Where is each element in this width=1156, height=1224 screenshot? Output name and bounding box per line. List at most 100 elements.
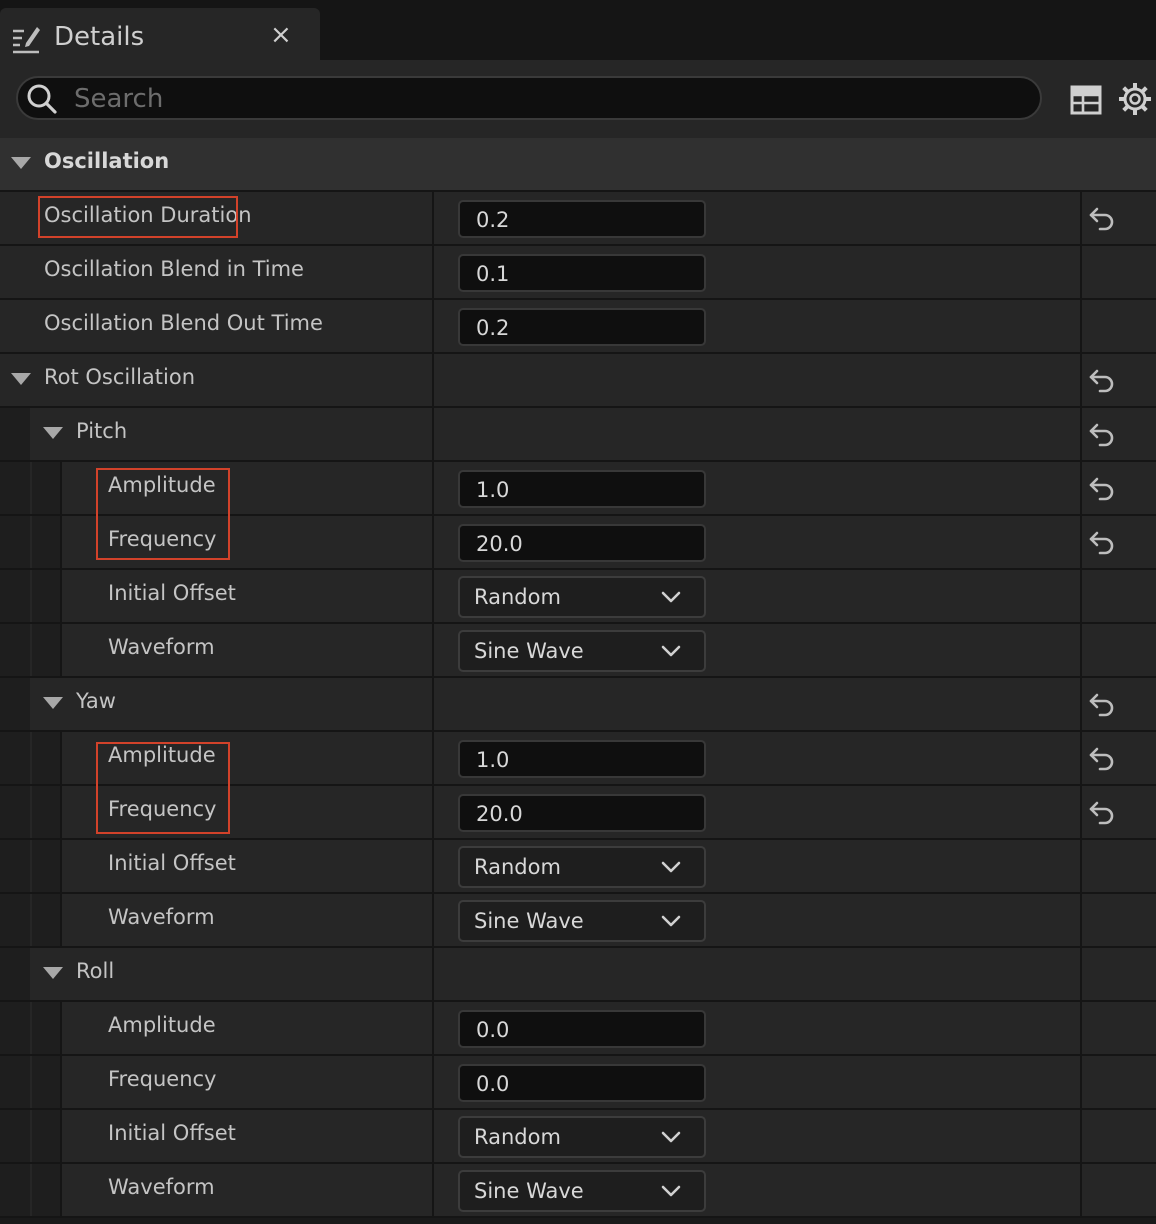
blend-out-time-field[interactable]: 0.2 xyxy=(458,308,706,346)
category-label: Oscillation xyxy=(44,149,170,173)
indent-guide xyxy=(32,1056,62,1108)
chevron-down-icon xyxy=(660,860,682,874)
column-divider xyxy=(432,786,434,838)
search-input[interactable] xyxy=(72,80,1016,118)
indent-guide xyxy=(0,1056,30,1108)
property-row: Waveform Sine Wave xyxy=(0,1164,1156,1218)
column-divider xyxy=(1080,300,1082,352)
property-row: Amplitude 0.0 xyxy=(0,1002,1156,1056)
reset-arrow-icon[interactable] xyxy=(1088,691,1116,717)
property-label: Initial Offset xyxy=(108,1121,236,1145)
reset-arrow-icon[interactable] xyxy=(1088,205,1116,231)
blend-in-time-field[interactable]: 0.1 xyxy=(458,254,706,292)
category-oscillation[interactable]: Oscillation xyxy=(0,138,1156,192)
property-label: Oscillation Blend Out Time xyxy=(44,311,323,335)
property-label: Initial Offset xyxy=(108,851,236,875)
property-label: Frequency xyxy=(108,1067,217,1091)
indent-guide xyxy=(32,462,62,514)
yaw-frequency-field[interactable]: 20.0 xyxy=(458,794,706,832)
property-label: Amplitude xyxy=(108,743,216,767)
property-row: Frequency 0.0 xyxy=(0,1056,1156,1110)
indent-guide xyxy=(0,624,30,676)
reset-arrow-icon[interactable] xyxy=(1088,367,1116,393)
indent-guide xyxy=(0,1002,30,1054)
indent-guide xyxy=(32,1110,62,1162)
indent-guide xyxy=(32,516,62,568)
property-label: Oscillation Duration xyxy=(44,203,252,227)
column-divider xyxy=(1080,948,1082,1000)
triangle-down-icon[interactable] xyxy=(10,372,32,386)
column-divider xyxy=(1080,624,1082,676)
reset-arrow-icon[interactable] xyxy=(1088,475,1116,501)
indent-guide xyxy=(0,732,30,784)
roll-amplitude-field[interactable]: 0.0 xyxy=(458,1010,706,1048)
property-row: Frequency 20.0 xyxy=(0,786,1156,840)
yaw-waveform-dropdown[interactable]: Sine Wave xyxy=(458,900,706,942)
column-divider xyxy=(432,516,434,568)
column-divider xyxy=(432,732,434,784)
column-divider xyxy=(1080,192,1082,244)
indent-guide xyxy=(0,678,30,730)
oscillation-duration-field[interactable]: 0.2 xyxy=(458,200,706,238)
dropdown-value: Sine Wave xyxy=(474,1179,584,1203)
details-tab[interactable]: Details × xyxy=(0,8,320,60)
triangle-down-icon[interactable] xyxy=(42,966,64,980)
yaw-amplitude-field[interactable]: 1.0 xyxy=(458,740,706,778)
column-divider xyxy=(1080,678,1082,730)
column-divider xyxy=(432,192,434,244)
pitch-frequency-field[interactable]: 20.0 xyxy=(458,524,706,562)
property-list: Oscillation Oscillation Duration 0.2 Osc… xyxy=(0,138,1156,1218)
property-label: Waveform xyxy=(108,905,215,929)
search-icon xyxy=(27,84,57,114)
property-row: Waveform Sine Wave xyxy=(0,624,1156,678)
indent-guide xyxy=(32,1002,62,1054)
column-divider xyxy=(1080,786,1082,838)
indent-guide xyxy=(0,570,30,622)
roll-group[interactable]: Roll xyxy=(0,948,1156,1002)
tab-title: Details xyxy=(54,22,145,52)
column-divider xyxy=(432,462,434,514)
column-divider xyxy=(432,948,434,1000)
table-view-icon[interactable] xyxy=(1070,84,1102,116)
gear-icon[interactable] xyxy=(1118,82,1152,116)
reset-arrow-icon[interactable] xyxy=(1088,745,1116,771)
triangle-down-icon[interactable] xyxy=(42,696,64,710)
property-row: Initial Offset Random xyxy=(0,570,1156,624)
close-icon[interactable]: × xyxy=(270,20,292,50)
property-label: Waveform xyxy=(108,1175,215,1199)
indent-guide xyxy=(0,516,30,568)
yaw-group[interactable]: Yaw xyxy=(0,678,1156,732)
indent-guide xyxy=(32,1164,62,1216)
property-row: Amplitude 1.0 xyxy=(0,732,1156,786)
column-divider xyxy=(432,1164,434,1216)
roll-initial-offset-dropdown[interactable]: Random xyxy=(458,1116,706,1158)
chevron-down-icon xyxy=(660,644,682,658)
reset-arrow-icon[interactable] xyxy=(1088,421,1116,447)
roll-frequency-field[interactable]: 0.0 xyxy=(458,1064,706,1102)
search-row xyxy=(0,60,1156,138)
search-box[interactable] xyxy=(16,76,1042,120)
reset-arrow-icon[interactable] xyxy=(1088,799,1116,825)
indent-guide xyxy=(32,732,62,784)
pitch-amplitude-field[interactable]: 1.0 xyxy=(458,470,706,508)
triangle-down-icon[interactable] xyxy=(10,156,32,170)
indent-guide xyxy=(32,894,62,946)
column-divider xyxy=(1080,516,1082,568)
pitch-initial-offset-dropdown[interactable]: Random xyxy=(458,576,706,618)
triangle-down-icon[interactable] xyxy=(42,426,64,440)
indent-guide xyxy=(0,1164,30,1216)
reset-arrow-icon[interactable] xyxy=(1088,529,1116,555)
pitch-waveform-dropdown[interactable]: Sine Wave xyxy=(458,630,706,672)
column-divider xyxy=(1080,462,1082,514)
column-divider xyxy=(432,678,434,730)
yaw-initial-offset-dropdown[interactable]: Random xyxy=(458,846,706,888)
column-divider xyxy=(432,1002,434,1054)
column-divider xyxy=(432,354,434,406)
pitch-group[interactable]: Pitch xyxy=(0,408,1156,462)
rot-oscillation-group[interactable]: Rot Oscillation xyxy=(0,354,1156,408)
roll-waveform-dropdown[interactable]: Sine Wave xyxy=(458,1170,706,1212)
column-divider xyxy=(1080,408,1082,460)
column-divider xyxy=(432,840,434,892)
tab-bar: Details × xyxy=(0,0,1156,60)
indent-guide xyxy=(32,786,62,838)
